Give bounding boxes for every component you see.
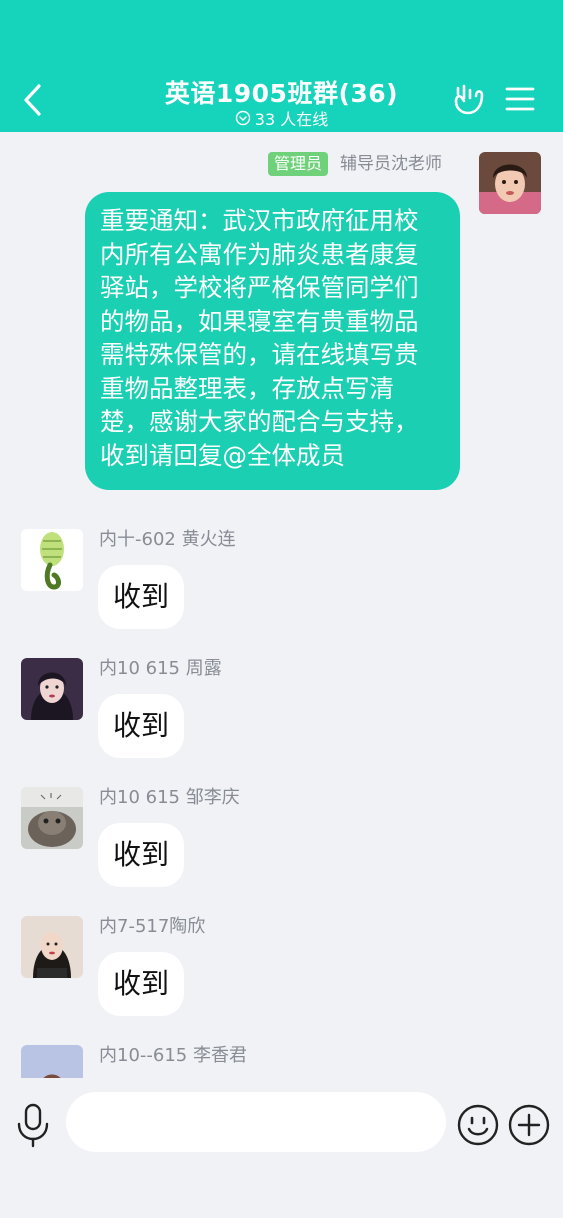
list-item: 内7-517陶欣 收到 [0, 916, 563, 1046]
avatar[interactable] [21, 529, 83, 591]
sender-name: 内10 615 邹李庆 [99, 787, 240, 808]
sender-name: 内7-517陶欣 [99, 916, 206, 937]
message-bubble[interactable]: 重要通知：武汉市政府征用校内所有公寓作为肺炎患者康复驿站，学校将严格保管同学们的… [85, 192, 460, 490]
plus-icon[interactable] [508, 1104, 550, 1146]
sender-name: 内十-602 黄火连 [99, 529, 236, 550]
input-bar [0, 1078, 563, 1218]
avatar[interactable] [21, 658, 83, 720]
list-item: 内十-602 黄火连 收到 [0, 529, 563, 659]
message-bubble[interactable]: 收到 [98, 952, 185, 1016]
message-bubble[interactable]: 收到 [98, 694, 185, 758]
avatar[interactable] [21, 1045, 83, 1078]
list-item: 内10 615 邹李庆 收到 [0, 787, 563, 917]
sender-name: 内10 615 周露 [99, 658, 222, 679]
menu-icon[interactable] [505, 86, 535, 112]
message-list[interactable]: 管理员 辅导员沈老师 重要通知：武汉市政府征用校内所有公寓作为肺炎患者康复驿站，… [0, 132, 563, 1078]
message-input[interactable] [66, 1092, 446, 1152]
admin-role-badge: 管理员 [268, 152, 329, 176]
sender-name: 辅导员沈老师 [340, 154, 442, 174]
chat-header: 英语1905班群(36) 33 人在线 [0, 0, 563, 132]
message-bubble[interactable]: 收到 [98, 823, 185, 887]
avatar[interactable] [21, 916, 83, 978]
list-item: 内10--615 李香君 [0, 1045, 563, 1078]
avatar[interactable] [21, 787, 83, 849]
message-bubble[interactable]: 收到 [98, 565, 185, 629]
smiley-icon[interactable] [457, 1104, 499, 1146]
chevron-down-circle-icon [235, 110, 250, 126]
sender-name: 内10--615 李香君 [99, 1045, 247, 1066]
list-item: 内10 615 周露 收到 [0, 658, 563, 788]
microphone-icon[interactable] [14, 1102, 52, 1148]
hand-gesture-icon[interactable] [452, 82, 484, 116]
online-count: 33 人在线 [254, 110, 329, 129]
avatar[interactable] [479, 152, 541, 214]
